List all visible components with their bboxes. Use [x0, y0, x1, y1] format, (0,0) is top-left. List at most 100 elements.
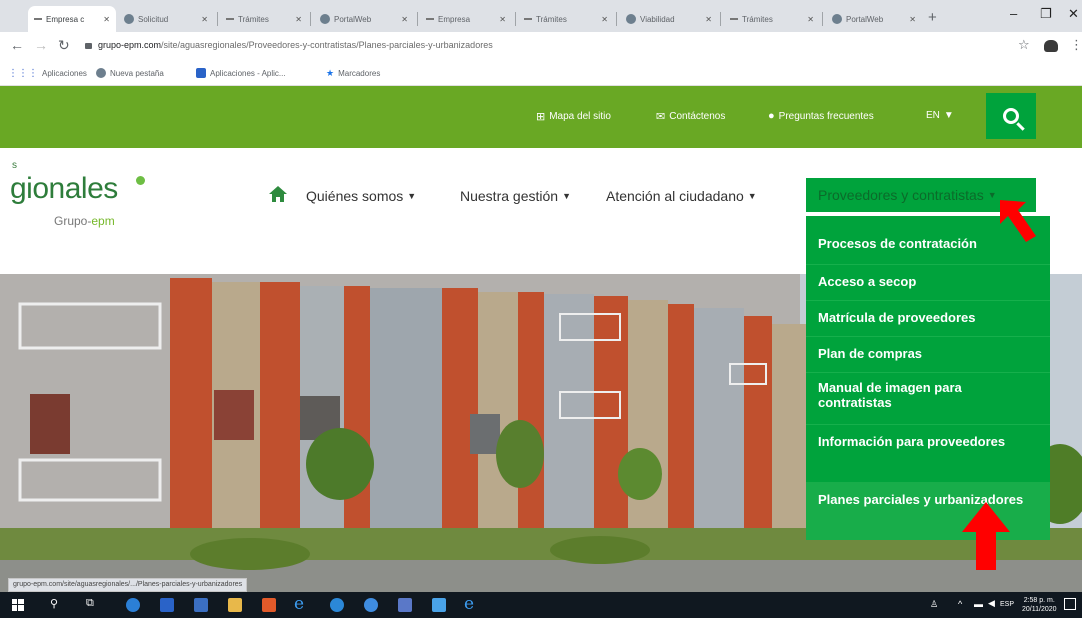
dropdown-item-secop[interactable]: Acceso a secop	[818, 274, 1038, 289]
sitemap-link[interactable]: ⊞ Mapa del sitio	[536, 110, 611, 123]
chevron-up-icon[interactable]: ^	[958, 599, 962, 609]
url-path: /site/aguasregionales/Proveedores-y-cont…	[161, 40, 493, 50]
home-icon[interactable]	[268, 185, 288, 203]
site-logo[interactable]: gionales	[10, 172, 118, 206]
browser-toolbar: ← → ↻ grupo-epm.com/site/aguasregionales…	[0, 32, 1082, 60]
menu-label: Quiénes somos	[306, 188, 404, 204]
menu-atencion-ciudadano[interactable]: Atención al ciudadano ▼	[606, 188, 757, 204]
reload-icon[interactable]: ↻	[58, 37, 70, 54]
tab-title: PortalWeb	[334, 14, 372, 24]
bookmark-marcadores[interactable]: ★ Marcadores	[326, 68, 380, 79]
network-icon[interactable]: ▬	[974, 599, 983, 609]
person-icon[interactable]: ♙	[930, 599, 938, 610]
browser-tab[interactable]: PortalWeb ✕	[826, 6, 922, 32]
browser-tab[interactable]: Trámites ✕	[518, 6, 614, 32]
word-app-icon[interactable]	[194, 598, 208, 612]
close-window-icon[interactable]: ✕	[1068, 6, 1079, 22]
tab-favicon-icon	[124, 14, 134, 24]
app-icon[interactable]	[364, 598, 378, 612]
windows-taskbar: ⚲ ⧉ e e ♙ ^ ▬ ◀ ESP 2:58 p. m. 20/11/202…	[0, 592, 1082, 618]
menu-nuestra-gestion[interactable]: Nuestra gestión ▼	[460, 188, 571, 204]
logo-subtitle: Grupo-epm	[54, 214, 115, 228]
tab-title: Solicitud	[138, 14, 169, 24]
browser-tab[interactable]: Empresa ✕	[420, 6, 512, 32]
maximize-icon[interactable]: ❐	[1040, 6, 1052, 22]
keyboard-language[interactable]: ESP	[1000, 601, 1014, 608]
bookmark-apps[interactable]: ⋮⋮⋮ Aplicaciones	[8, 68, 87, 79]
menu-label: Nuestra gestión	[460, 188, 559, 204]
browser-tab[interactable]: Solicitud ✕	[118, 6, 214, 32]
edge-icon[interactable]: e	[294, 594, 304, 614]
tab-separator	[822, 12, 823, 26]
browser-tab[interactable]: PortalWeb ✕	[314, 6, 414, 32]
task-view-icon[interactable]: ⧉	[86, 597, 94, 610]
chat-bubble-icon: ●	[768, 110, 775, 122]
url-host: grupo-epm.com	[98, 40, 162, 50]
tab-title: Trámites	[536, 14, 567, 24]
minimize-icon[interactable]: –	[1010, 6, 1017, 21]
menu-kebab-icon[interactable]: ⋮	[1070, 37, 1082, 53]
back-arrow-icon[interactable]: ←	[10, 37, 24, 53]
browser-tab[interactable]: Trámites ✕	[220, 6, 308, 32]
bookmark-label: Nueva pestaña	[110, 68, 164, 78]
app-icon[interactable]	[262, 598, 276, 612]
tab-separator	[616, 12, 617, 26]
tab-title: Trámites	[238, 14, 269, 24]
bookmark-new-tab[interactable]: Nueva pestaña	[96, 68, 164, 78]
annotation-arrow-icon	[1000, 200, 1036, 242]
teams-icon[interactable]	[398, 598, 412, 612]
bookmark-aplicaciones[interactable]: Aplicaciones - Aplic...	[196, 68, 286, 78]
close-tab-icon[interactable]: ✕	[909, 15, 916, 24]
bookmarks-bar: ⋮⋮⋮ Aplicaciones Nueva pestaña Aplicacio…	[0, 60, 1082, 86]
close-tab-icon[interactable]: ✕	[705, 15, 712, 24]
windows-start-icon[interactable]	[12, 599, 24, 611]
chrome-icon[interactable]	[330, 598, 344, 612]
browser-tab[interactable]: Trámites ✕	[724, 6, 820, 32]
dropdown-item-matricula[interactable]: Matrícula de proveedores	[818, 310, 1038, 325]
browser-tab[interactable]: Empresa c ✕	[28, 6, 116, 32]
bookmark-star-icon[interactable]: ☆	[1018, 37, 1030, 53]
close-tab-icon[interactable]: ✕	[103, 15, 110, 24]
new-tab-button[interactable]: +	[928, 9, 937, 26]
tab-favicon-icon	[524, 18, 532, 20]
close-tab-icon[interactable]: ✕	[201, 15, 208, 24]
apps-grid-icon: ⋮⋮⋮	[8, 68, 38, 79]
faq-label: Preguntas frecuentes	[778, 110, 874, 122]
volume-icon[interactable]: ◀	[988, 598, 995, 609]
file-explorer-icon[interactable]	[228, 598, 242, 612]
contact-link[interactable]: ✉ Contáctenos	[656, 110, 725, 123]
search-button[interactable]	[986, 93, 1036, 139]
browser-tab[interactable]: Viabilidad ✕	[620, 6, 718, 32]
logo-sub-brand: epm	[91, 214, 115, 228]
close-tab-icon[interactable]: ✕	[295, 15, 302, 24]
dropdown-item-informacion[interactable]: Información para proveedores	[818, 434, 1038, 449]
dropdown-item-plan-compras[interactable]: Plan de compras	[818, 346, 1038, 361]
menu-label: Atención al ciudadano	[606, 188, 744, 204]
notifications-icon[interactable]	[1064, 598, 1076, 610]
browser-app-icon[interactable]	[126, 598, 140, 612]
close-tab-icon[interactable]: ✕	[401, 15, 408, 24]
search-icon[interactable]: ⚲	[50, 597, 58, 610]
clock[interactable]: 2:58 p. m. 20/11/2020	[1022, 596, 1057, 614]
language-selector[interactable]: EN ▼	[926, 110, 954, 121]
close-tab-icon[interactable]: ✕	[807, 15, 814, 24]
dropdown-item-manual-imagen[interactable]: Manual de imagen para contratistas	[818, 380, 1038, 410]
bookmark-label: Aplicaciones	[42, 69, 87, 78]
close-tab-icon[interactable]: ✕	[601, 15, 608, 24]
ie-icon[interactable]: e	[464, 594, 474, 614]
tab-favicon-icon	[832, 14, 842, 24]
address-bar[interactable]: grupo-epm.com/site/aguasregionales/Prove…	[98, 40, 493, 50]
tab-separator	[720, 12, 721, 26]
close-tab-icon[interactable]: ✕	[499, 15, 506, 24]
app-icon[interactable]	[160, 598, 174, 612]
faq-link[interactable]: ● Preguntas frecuentes	[768, 110, 874, 122]
dropdown-divider	[806, 264, 1050, 265]
menu-quienes-somos[interactable]: Quiénes somos ▼	[306, 188, 416, 204]
mail-icon[interactable]	[432, 598, 446, 612]
extension-icon[interactable]	[1044, 40, 1058, 52]
sitemap-icon: ⊞	[536, 111, 546, 123]
tab-title: Viabilidad	[640, 14, 675, 24]
tab-title: Trámites	[742, 14, 773, 24]
tab-favicon-icon	[226, 18, 234, 20]
forward-arrow-icon[interactable]: →	[34, 37, 48, 53]
